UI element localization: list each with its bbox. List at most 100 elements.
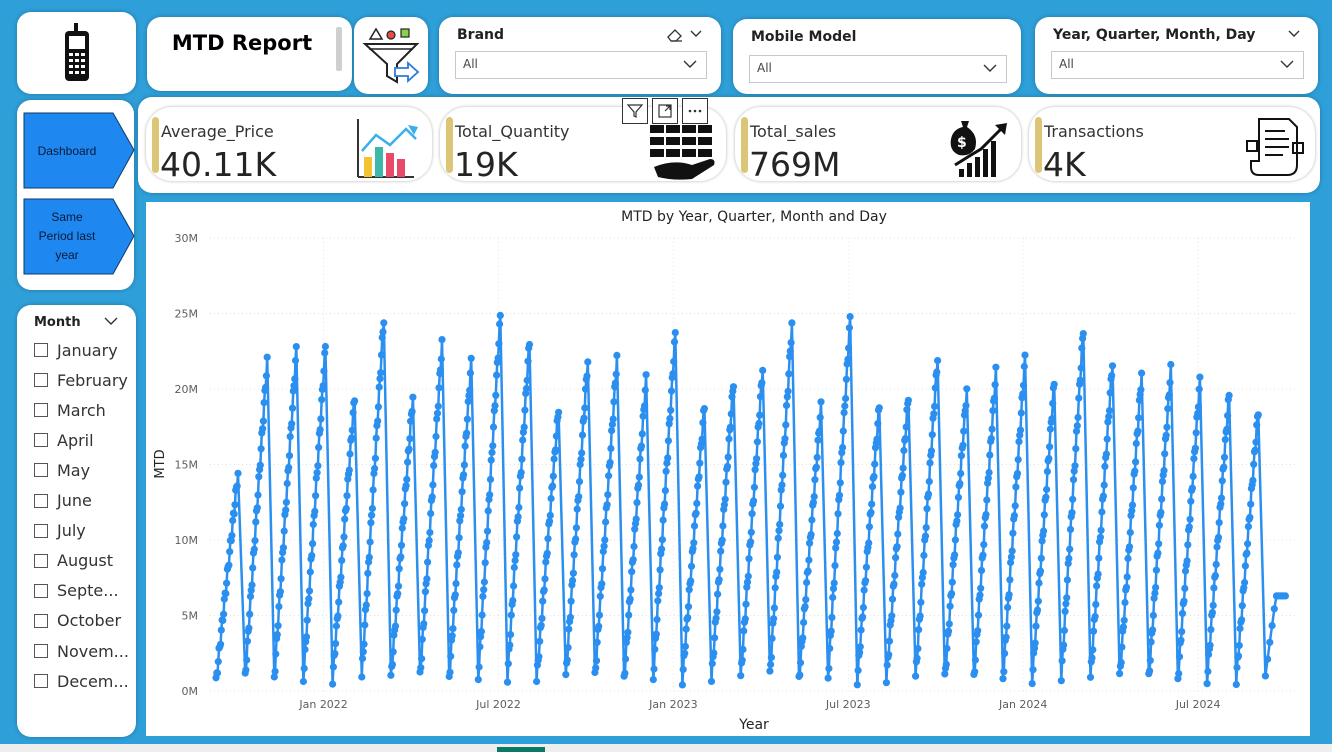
filter-panel-button[interactable] [354, 17, 428, 94]
data-point [840, 409, 848, 417]
data-point [1220, 453, 1229, 461]
data-point [1015, 438, 1023, 446]
month-option[interactable]: Novem... [34, 639, 129, 663]
checkbox[interactable] [34, 493, 48, 508]
data-point [1162, 431, 1170, 439]
data-point [1266, 638, 1274, 646]
data-point [1214, 533, 1223, 541]
month-option[interactable]: February [34, 368, 128, 392]
kpi-value: 769M [749, 145, 841, 181]
checkbox[interactable] [34, 343, 48, 357]
data-point [917, 598, 925, 606]
checkbox[interactable] [34, 674, 48, 689]
model-dropdown[interactable]: All [749, 55, 1007, 83]
date-dropdown[interactable]: All [1051, 51, 1304, 79]
chevron-down-icon[interactable] [1287, 29, 1301, 39]
data-point [1073, 422, 1081, 430]
data-point [804, 567, 812, 575]
data-point [592, 657, 601, 665]
month-option[interactable]: June [34, 489, 92, 513]
checkbox[interactable] [34, 583, 48, 598]
data-point [638, 430, 646, 438]
filter-icon[interactable] [622, 98, 648, 124]
checkbox[interactable] [34, 644, 48, 658]
data-point [945, 620, 953, 628]
data-point [738, 656, 746, 664]
month-option-label: April [57, 430, 94, 450]
month-option[interactable]: Decem... [34, 669, 129, 693]
data-point [418, 635, 426, 643]
month-option[interactable]: Septe... [34, 579, 119, 603]
checkbox[interactable] [34, 523, 48, 538]
mtd-line-chart[interactable]: MTD by Year, Quarter, Month and Day MTD … [146, 202, 1310, 736]
date-hierarchy-slicer[interactable]: Year, Quarter, Month, Day All [1035, 17, 1318, 94]
data-point [359, 648, 367, 656]
checkbox[interactable] [34, 553, 48, 568]
checkbox[interactable] [34, 463, 48, 478]
data-point [251, 537, 259, 545]
data-point [605, 472, 613, 480]
month-option[interactable]: October [34, 609, 121, 633]
mobile-model-slicer[interactable]: Mobile Model All [733, 19, 1021, 94]
more-options-icon[interactable] [682, 98, 708, 124]
focus-mode-icon[interactable] [652, 98, 678, 124]
data-point [865, 523, 874, 531]
data-point [1190, 455, 1198, 463]
data-point [723, 462, 732, 470]
month-option[interactable]: July [34, 519, 86, 543]
dashboard-nav-button[interactable]: Dashboard [23, 112, 135, 189]
data-point [739, 645, 747, 653]
data-point [893, 543, 901, 551]
data-point [1134, 427, 1142, 435]
brand-slicer[interactable]: Brand All [439, 17, 721, 94]
month-option[interactable]: August [34, 549, 113, 573]
data-point [262, 372, 270, 380]
data-point [1217, 494, 1226, 502]
month-option[interactable]: April [34, 428, 94, 452]
title-scrollbar[interactable] [336, 27, 342, 71]
data-point [972, 638, 980, 646]
data-point [549, 482, 557, 490]
data-point [250, 545, 258, 553]
chevron-down-icon[interactable] [103, 314, 119, 328]
data-point [397, 541, 406, 549]
checkbox[interactable] [34, 373, 48, 388]
data-point [812, 463, 821, 471]
eraser-icon[interactable] [666, 27, 684, 43]
data-point [1180, 597, 1188, 605]
data-point [254, 491, 262, 499]
data-point [890, 580, 898, 588]
data-point [403, 475, 411, 483]
month-option[interactable]: March [34, 398, 106, 422]
checkbox[interactable] [34, 613, 48, 628]
data-point [578, 449, 586, 457]
data-point [1163, 423, 1171, 431]
data-point [1102, 450, 1110, 458]
data-point [426, 528, 434, 537]
active-page-tab[interactable] [497, 747, 545, 752]
month-option[interactable]: May [34, 458, 90, 482]
data-point [1063, 594, 1071, 602]
data-point [565, 625, 573, 633]
data-point [493, 371, 501, 379]
data-point [455, 534, 463, 542]
data-point [467, 354, 475, 362]
data-point [1040, 511, 1048, 519]
chevron-down-icon[interactable] [689, 29, 703, 39]
data-point [882, 679, 891, 687]
month-option[interactable]: January [34, 338, 118, 362]
report-title: MTD Report [171, 31, 313, 55]
data-point [687, 562, 696, 570]
x-tick-label: Jan 2022 [298, 698, 347, 711]
data-point [844, 355, 852, 363]
data-point [828, 613, 836, 621]
data-point [377, 351, 386, 359]
data-point [552, 446, 560, 454]
checkbox[interactable] [34, 433, 48, 448]
brand-dropdown[interactable]: All [455, 51, 707, 79]
checkbox[interactable] [34, 403, 48, 418]
data-point [308, 552, 316, 560]
data-point [784, 387, 792, 395]
same-period-nav-button[interactable]: Same Period last year [23, 198, 135, 275]
data-point [1045, 454, 1053, 463]
